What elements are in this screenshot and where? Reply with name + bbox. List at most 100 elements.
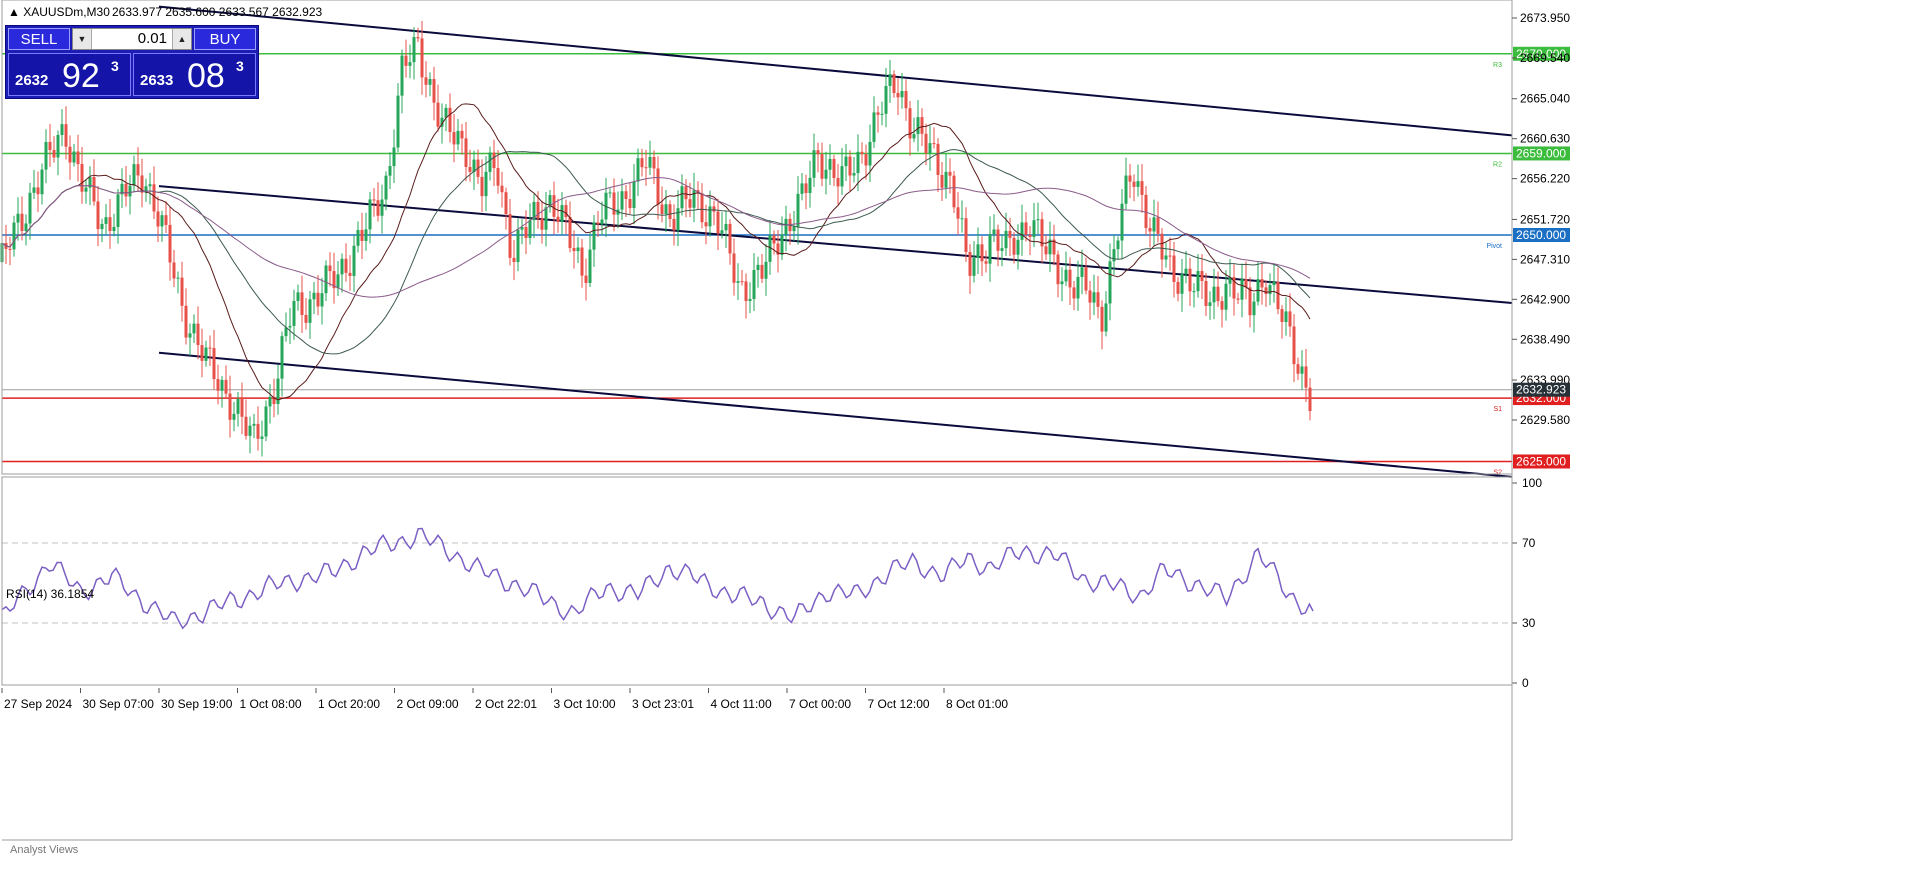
- candle-body: [1116, 240, 1120, 250]
- ask-fraction: 3: [236, 58, 244, 74]
- candle-body: [420, 38, 424, 78]
- candle-body: [1300, 366, 1304, 374]
- candle-body: [1216, 286, 1220, 302]
- candle-body: [304, 314, 308, 323]
- candle-body: [1308, 387, 1312, 412]
- candle-body: [1176, 281, 1180, 294]
- chart-window[interactable]: R3 2670.000 R2 2659.000 Pivot 2650.000 S1 2632.…: [0, 0, 1916, 874]
- candle-body: [200, 345, 204, 361]
- candle-body: [340, 258, 344, 275]
- candle-body: [72, 151, 76, 163]
- candle-body: [8, 248, 12, 250]
- candle-body: [132, 164, 136, 186]
- candle-body: [676, 208, 680, 231]
- candle-body: [936, 143, 940, 175]
- candle-body: [904, 90, 908, 109]
- buy-button[interactable]: BUY: [194, 28, 256, 50]
- candle-body: [716, 211, 720, 234]
- candle-body: [704, 222, 708, 227]
- time-tick-label: 7 Oct 12:00: [868, 697, 930, 711]
- candle-body: [1164, 255, 1168, 260]
- ask-digits: 08: [187, 57, 225, 95]
- candle-body: [252, 423, 256, 426]
- lot-size-value[interactable]: 0.01: [93, 29, 171, 49]
- candle-body: [32, 187, 36, 193]
- bid-price-button[interactable]: 2632 92 3: [8, 53, 131, 96]
- lot-size-field[interactable]: ▼ 0.01 ▲: [72, 28, 192, 50]
- candle-body: [740, 281, 744, 283]
- candle-body: [1172, 255, 1176, 282]
- candle-body: [952, 175, 956, 208]
- analyst-views-label[interactable]: Analyst Views: [10, 844, 79, 856]
- time-tick-label: 30 Sep 19:00: [161, 697, 233, 711]
- candle-body: [608, 192, 612, 194]
- candle-body: [920, 117, 924, 134]
- candle-body: [1160, 233, 1164, 260]
- candle-body: [524, 226, 528, 238]
- candle-body: [576, 247, 580, 252]
- bid-digits: 92: [62, 57, 100, 95]
- candle-body: [1152, 217, 1156, 232]
- candle-body: [588, 249, 592, 283]
- candle-body: [36, 187, 40, 195]
- candle-body: [736, 281, 740, 283]
- price-tick-label: 2660.630: [1520, 132, 1570, 146]
- candle-body: [164, 215, 168, 225]
- candle-body: [1168, 255, 1172, 257]
- candle-body: [52, 150, 56, 158]
- candle-body: [564, 205, 568, 218]
- candle-body: [508, 214, 512, 258]
- candle-body: [780, 234, 784, 255]
- candle-body: [976, 244, 980, 258]
- candle-body: [572, 248, 576, 252]
- candle-body: [928, 143, 932, 154]
- candle-body: [56, 135, 60, 158]
- candle-body: [196, 323, 200, 346]
- symbol-name: XAUUSDm,M30: [23, 5, 110, 19]
- candle-body: [964, 218, 968, 253]
- candle-body: [568, 217, 572, 249]
- time-tick-label: 27 Sep 2024: [4, 697, 72, 711]
- candle-body: [940, 174, 944, 188]
- candle-body: [244, 416, 248, 436]
- candle-body: [388, 166, 392, 176]
- candle-body: [688, 199, 692, 208]
- candle-body: [116, 194, 120, 228]
- lot-decrease-icon[interactable]: ▼: [73, 29, 92, 49]
- candle-body: [1156, 217, 1160, 234]
- candle-body: [412, 37, 416, 63]
- candle-body: [1012, 237, 1016, 255]
- candle-body: [108, 217, 112, 232]
- candle-body: [668, 204, 672, 219]
- candle-body: [1248, 287, 1252, 316]
- candle-body: [1076, 276, 1080, 299]
- candle-body: [248, 425, 252, 436]
- candle-body: [328, 265, 332, 272]
- candle-body: [452, 132, 456, 145]
- ask-price-button[interactable]: 2633 08 3: [133, 53, 256, 96]
- candle-body: [112, 227, 116, 232]
- price-chart[interactable]: R32670.000R22659.000Pivot2650.000S12632.…: [0, 0, 1916, 874]
- candle-body: [844, 156, 848, 167]
- symbol-title: ▲ XAUUSDm,M30: [8, 5, 110, 19]
- candle-body: [1284, 311, 1288, 323]
- candle-body: [1068, 269, 1072, 288]
- candle-body: [492, 152, 496, 169]
- candle-body: [360, 229, 364, 241]
- candle-body: [680, 186, 684, 209]
- candle-body: [1236, 298, 1240, 300]
- candle-body: [892, 74, 896, 93]
- candle-body: [484, 171, 488, 197]
- candle-body: [1044, 246, 1048, 255]
- candle-body: [944, 171, 948, 188]
- candle-body: [1064, 269, 1068, 282]
- candle-body: [912, 134, 916, 139]
- candle-body: [1112, 249, 1116, 262]
- candle-body: [512, 257, 516, 263]
- candle-body: [1032, 220, 1036, 238]
- lot-increase-icon[interactable]: ▲: [172, 29, 191, 49]
- candle-body: [744, 281, 748, 301]
- sell-button[interactable]: SELL: [8, 28, 70, 50]
- candle-body: [796, 193, 800, 227]
- candle-body: [300, 292, 304, 315]
